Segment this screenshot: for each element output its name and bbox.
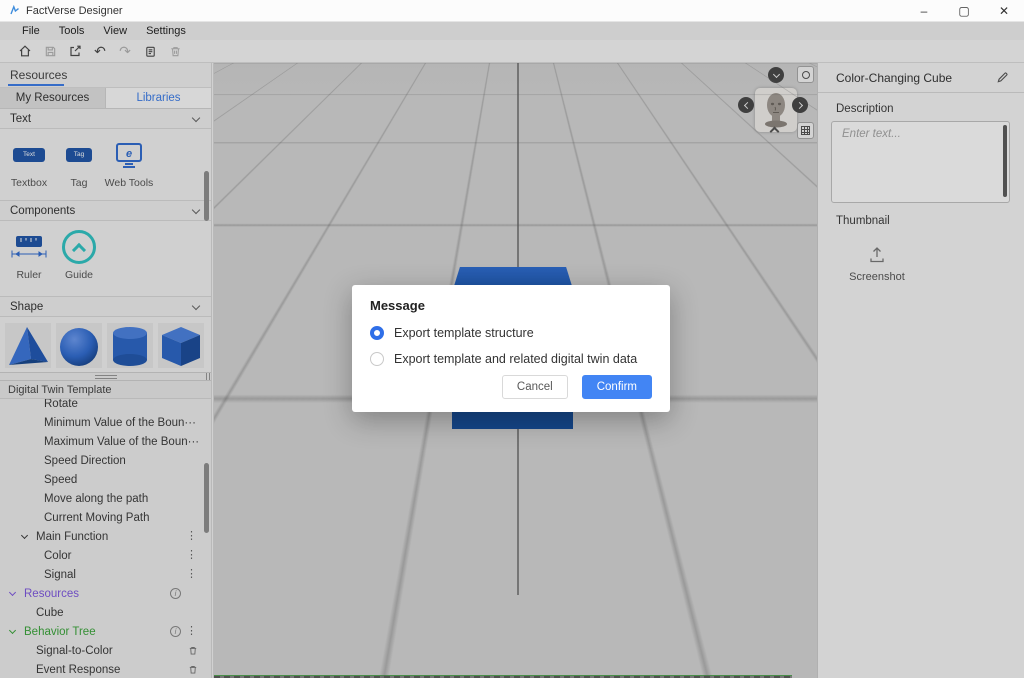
window-controls: – ▢ ✕ xyxy=(904,0,1024,21)
export-dialog: Message Export template structure Export… xyxy=(352,285,670,412)
option-export-with-data[interactable]: Export template and related digital twin… xyxy=(370,352,652,366)
app-logo-icon xyxy=(9,5,20,16)
confirm-button[interactable]: Confirm xyxy=(582,375,652,399)
window-title: FactVerse Designer xyxy=(26,5,123,17)
option-export-structure[interactable]: Export template structure xyxy=(370,326,652,340)
title-bar: FactVerse Designer – ▢ ✕ xyxy=(0,0,1024,22)
dialog-title: Message xyxy=(370,298,652,313)
minimize-button[interactable]: – xyxy=(904,0,944,21)
radio-unselected-icon[interactable] xyxy=(370,352,384,366)
cancel-button[interactable]: Cancel xyxy=(502,375,568,399)
app-window: FactVerse Designer – ▢ ✕ File Tools View… xyxy=(0,0,1024,678)
maximize-button[interactable]: ▢ xyxy=(944,0,984,21)
close-button[interactable]: ✕ xyxy=(984,0,1024,21)
radio-selected-icon[interactable] xyxy=(370,326,384,340)
